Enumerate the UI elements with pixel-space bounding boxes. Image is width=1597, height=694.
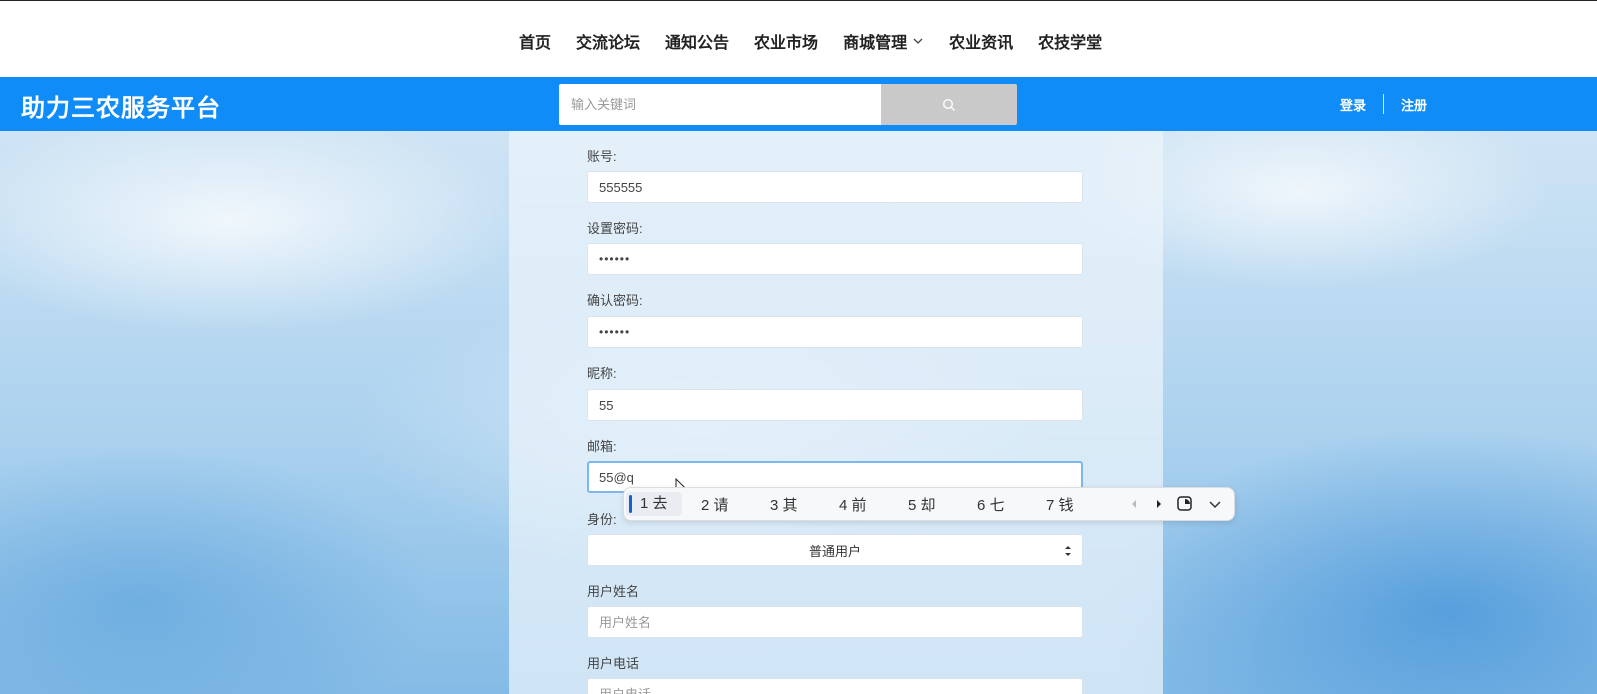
nav-item-shop-management-label: 商城管理 bbox=[843, 35, 908, 52]
nav-item-home[interactable]: 首页 bbox=[519, 29, 551, 53]
select-arrows-icon bbox=[1065, 546, 1071, 556]
nav-item-market[interactable]: 农业市场 bbox=[754, 29, 818, 53]
nav-item-academy[interactable]: 农技学堂 bbox=[1038, 29, 1102, 53]
nickname-label: 昵称: bbox=[587, 366, 617, 381]
realname-field[interactable] bbox=[587, 606, 1083, 638]
ime-candidate[interactable]: 6 七 bbox=[977, 494, 1005, 515]
search-input[interactable] bbox=[559, 84, 881, 125]
identity-label: 身份: bbox=[587, 512, 617, 527]
ime-candidate[interactable]: 1 去 bbox=[626, 492, 682, 516]
login-link[interactable]: 登录 bbox=[1340, 95, 1366, 114]
nav-item-news[interactable]: 农业资讯 bbox=[949, 29, 1013, 53]
top-navigation: 首页 交流论坛 通知公告 农业市场 商城管理 农业资讯 农技学堂 bbox=[0, 0, 1597, 77]
nav-item-shop-management[interactable]: 商城管理 bbox=[843, 29, 924, 53]
search-icon bbox=[942, 98, 955, 111]
nav-item-notices[interactable]: 通知公告 bbox=[665, 29, 729, 53]
phone-field[interactable] bbox=[587, 678, 1083, 694]
register-link[interactable]: 注册 bbox=[1401, 95, 1427, 114]
identity-select-value: 普通用户 bbox=[808, 543, 861, 559]
phone-label: 用户电话 bbox=[587, 656, 640, 671]
email-label: 邮箱: bbox=[587, 439, 617, 454]
realname-label: 用户姓名 bbox=[587, 584, 640, 599]
chevron-down-icon bbox=[913, 38, 923, 44]
ime-sticker-icon[interactable] bbox=[1176, 495, 1194, 513]
account-field[interactable] bbox=[587, 171, 1083, 203]
ime-next-page-icon[interactable] bbox=[1154, 496, 1164, 512]
ime-prev-page-icon[interactable] bbox=[1129, 496, 1139, 512]
ime-candidate-bar: 1 去 2 请 3 其 4 前 5 却 6 七 7 钱 bbox=[623, 487, 1235, 521]
ime-candidate[interactable]: 4 前 bbox=[839, 494, 867, 515]
password-label: 设置密码: bbox=[587, 221, 643, 236]
identity-select[interactable]: 普通用户 bbox=[587, 534, 1083, 566]
ime-candidate[interactable]: 3 其 bbox=[770, 494, 798, 515]
ime-candidate[interactable]: 2 请 bbox=[701, 494, 729, 515]
ime-expand-icon[interactable] bbox=[1207, 497, 1223, 513]
header-bar: 助力三农服务平台 登录 注册 bbox=[0, 77, 1597, 131]
nav-item-forum[interactable]: 交流论坛 bbox=[576, 29, 640, 53]
nickname-field[interactable] bbox=[587, 389, 1083, 421]
search-button[interactable] bbox=[881, 84, 1017, 125]
ime-candidate[interactable]: 5 却 bbox=[908, 494, 936, 515]
auth-divider bbox=[1383, 94, 1385, 114]
password-field[interactable] bbox=[587, 243, 1083, 275]
nav-menu: 首页 交流论坛 通知公告 农业市场 商城管理 农业资讯 农技学堂 bbox=[519, 29, 1127, 53]
confirm-password-field[interactable] bbox=[587, 316, 1083, 348]
confirm-password-label: 确认密码: bbox=[587, 293, 643, 308]
ime-candidate[interactable]: 7 钱 bbox=[1046, 494, 1074, 515]
brand-title: 助力三农服务平台 bbox=[21, 95, 221, 122]
account-label: 账号: bbox=[587, 149, 617, 164]
auth-links: 登录 注册 bbox=[1340, 94, 1427, 114]
